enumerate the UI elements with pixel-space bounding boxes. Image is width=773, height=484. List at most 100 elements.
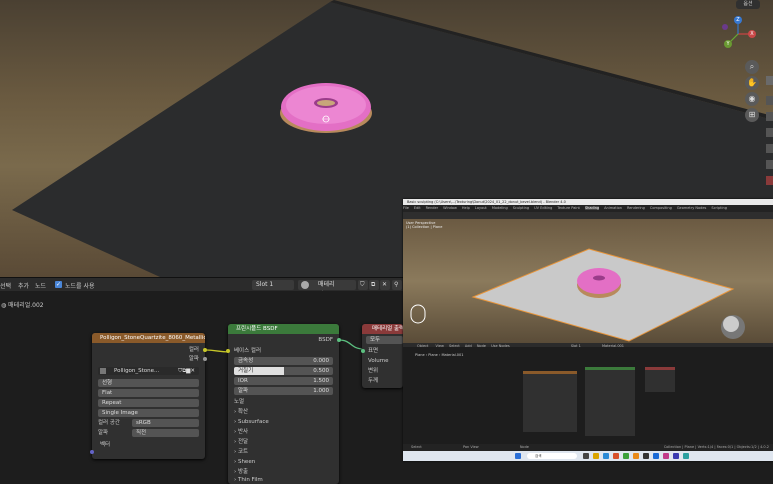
input-volume: Volume	[368, 358, 389, 364]
roughness-slider[interactable]: 거칠기 0.500	[234, 367, 333, 375]
taskbar-search: 검색	[527, 453, 577, 459]
app-icon	[653, 453, 659, 459]
tool-icon[interactable]	[766, 128, 773, 137]
shot-bsdf-node	[585, 367, 635, 436]
metallic-field[interactable]: 금속성 0.000	[234, 357, 333, 365]
material-sphere-icon	[301, 281, 309, 289]
socket-color-out[interactable]	[203, 348, 207, 352]
os-taskbar: 검색	[403, 451, 773, 461]
image-buttons-icon[interactable]: ⛉⧉▆✕	[178, 367, 195, 375]
normal-label: 노멀	[234, 399, 245, 405]
node-editor-canvas[interactable]: ◍ 매테리얼.002 Polligon_StoneQuartzite_8060_…	[0, 291, 403, 484]
shot-viewport-header	[403, 212, 773, 219]
material-selector[interactable]: 매테리얼.002	[298, 280, 356, 298]
use-nodes-label: 노드를 사용	[65, 283, 95, 290]
toolbar-tab-icon[interactable]	[766, 76, 773, 85]
principled-bsdf-node[interactable]: 프린시플드 BSDF BSDF 베이스 컬러 금속성 0.000 거칠기 0.500…	[228, 324, 339, 484]
app-icon	[643, 453, 649, 459]
gizmo-y-axis[interactable]: Y	[724, 40, 732, 48]
panel-specular[interactable]: › 반사	[234, 428, 333, 436]
colorspace-dropdown[interactable]: sRGB	[132, 419, 199, 427]
shot-image-node	[523, 371, 577, 432]
app-icon	[583, 453, 589, 459]
image-name: Polligon_Stone...	[114, 368, 160, 374]
shot-breadcrumb: Plane › Plane › Material.001	[415, 353, 464, 357]
interpolation-dropdown[interactable]: Flat	[98, 389, 199, 397]
panel-diffuse[interactable]: › 확산	[234, 408, 333, 416]
target-dropdown[interactable]: 모두	[366, 336, 403, 344]
camera-icon[interactable]: ◉	[745, 92, 759, 106]
node-title: 프린시플드 BSDF	[228, 324, 339, 334]
tool-icon[interactable]	[766, 96, 773, 105]
folder-icon	[593, 453, 599, 459]
app-icon	[683, 453, 689, 459]
app-icon	[623, 453, 629, 459]
ior-field[interactable]: IOR 1.500	[234, 377, 333, 385]
gizmo-z-axis[interactable]: Z	[734, 16, 742, 24]
socket-bsdf-out[interactable]	[337, 338, 341, 342]
base-color-label: 베이스 컬러	[234, 348, 262, 354]
use-nodes-checkbox[interactable]: ✓	[55, 281, 62, 288]
image-selector[interactable]: Polligon_Stone... ⛉⧉▆✕	[98, 367, 199, 375]
panel-coat[interactable]: › 코트	[234, 448, 333, 456]
panel-transmission[interactable]: › 전달	[234, 438, 333, 446]
pin-icon[interactable]: ⚲	[392, 280, 402, 290]
ortho-grid-icon[interactable]: ⊞	[745, 108, 759, 122]
gizmo-negative-axis[interactable]	[722, 24, 728, 30]
workspace-menu: File Edit Render Window Help Layout Modeling Sc…	[403, 205, 773, 212]
shot-status-bar: Select Pan View Node Collection | Plane …	[403, 444, 773, 451]
output-alpha: 알파	[188, 356, 199, 362]
unlink-material-icon[interactable]: ✕	[380, 280, 390, 290]
output-color: 컬러	[188, 347, 199, 353]
duplicate-material-icon[interactable]: ⧉	[369, 280, 379, 290]
projection-dropdown[interactable]: 선형	[98, 379, 199, 387]
alpha-field[interactable]: 알파 1.000	[234, 387, 333, 395]
app-icon	[663, 453, 669, 459]
blender-icon	[633, 453, 639, 459]
node-editor-header: 선택 추가 노드 ✓ 노드를 사용 Slot 1 매테리얼.002 ⛉ ⧉ ✕ …	[0, 277, 403, 298]
alpha-mode-dropdown[interactable]: 직전	[132, 429, 199, 437]
navigation-gizmo[interactable]: Z X Y	[718, 14, 758, 54]
slot-dropdown[interactable]: Slot 1	[252, 280, 294, 290]
socket-surface-in[interactable]	[361, 349, 365, 353]
donut-object[interactable]	[279, 79, 373, 135]
output-bsdf: BSDF	[318, 337, 333, 343]
pan-hand-icon[interactable]: ✋	[745, 76, 759, 90]
source-dropdown[interactable]: Single Image	[98, 409, 199, 417]
input-displacement: 변위	[368, 368, 379, 374]
panel-subsurface[interactable]: › Subsurface	[234, 418, 333, 426]
menu-add[interactable]: 추가	[18, 281, 29, 290]
material-output-node[interactable]: 매테리얼 출력 모두 표면 Volume 변위 두께	[362, 324, 403, 388]
tool-icon[interactable]	[766, 160, 773, 169]
extension-dropdown[interactable]: Repeat	[98, 399, 199, 407]
socket-vector-in[interactable]	[90, 450, 94, 454]
socket-alpha-out[interactable]	[203, 357, 207, 361]
image-icon	[100, 368, 106, 374]
input-surface: 표면	[368, 348, 379, 354]
fake-user-shield-icon[interactable]: ⛉	[358, 280, 368, 290]
tool-icon[interactable]	[766, 176, 773, 185]
menu-node[interactable]: 노드	[35, 281, 46, 290]
panel-thin-film[interactable]: › Thin Film	[234, 476, 333, 484]
node-title: Polligon_StoneQuartzite_8060_Metallic	[92, 333, 205, 343]
panel-emission[interactable]: › 방출	[234, 468, 333, 476]
node-title: 매테리얼 출력	[362, 324, 403, 334]
shot-node-editor: Plane › Plane › Material.001	[403, 347, 773, 444]
gizmo-x-axis[interactable]: X	[748, 30, 756, 38]
tool-icon[interactable]	[766, 144, 773, 153]
app-icon	[613, 453, 619, 459]
panel-sheen[interactable]: › Sheen	[234, 458, 333, 466]
socket-base-color-in[interactable]	[226, 349, 230, 353]
tool-icon[interactable]	[766, 112, 773, 121]
shot-3d-viewport: User Perspective (1) Collection | Plane	[403, 219, 773, 343]
app-icon	[603, 453, 609, 459]
menu-select[interactable]: 선택	[0, 281, 11, 290]
view-options-button[interactable]: 옵션	[736, 0, 760, 9]
image-texture-node[interactable]: Polligon_StoneQuartzite_8060_Metallic 컬러…	[92, 333, 205, 459]
start-icon	[515, 453, 521, 459]
zoom-icon[interactable]: ⌕	[745, 60, 759, 74]
input-thickness: 두께	[368, 378, 379, 384]
reference-screenshot-window[interactable]: Basic sculpting (C:\Users\...\Texturing\…	[403, 199, 773, 461]
app-icon	[673, 453, 679, 459]
shot-output-node	[645, 367, 675, 392]
